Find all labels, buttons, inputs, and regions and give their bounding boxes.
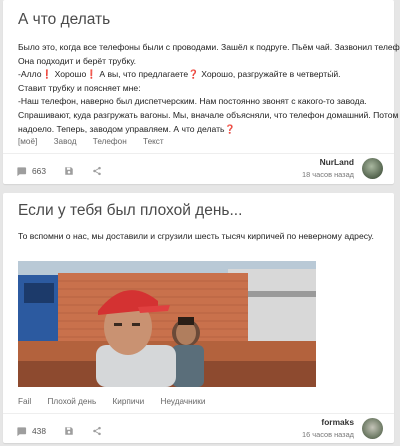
- comment-icon[interactable]: [14, 164, 28, 178]
- author-name[interactable]: NurLand: [302, 157, 354, 167]
- save-icon[interactable]: [62, 164, 76, 178]
- post-body-line: надоело. Теперь, заводом управляем. А чт…: [18, 123, 236, 134]
- post-title[interactable]: А что делать: [18, 11, 110, 29]
- post-body: Было это, когда все телефоны были с пров…: [18, 41, 400, 136]
- author-info: NurLand 18 часов назад: [302, 157, 354, 179]
- post-stats: 663: [14, 164, 104, 178]
- comment-icon[interactable]: [14, 424, 28, 438]
- post-body-line: Было это, когда все телефоны были с пров…: [18, 42, 400, 52]
- post-tags: Fail Плохой день Кирпичи Неудачники: [18, 397, 219, 406]
- post-card: А что делать Было это, когда все телефон…: [3, 0, 400, 184]
- avatar[interactable]: [362, 418, 383, 439]
- share-icon[interactable]: [90, 424, 104, 438]
- post-time: 18 часов назад: [301, 170, 354, 179]
- post-body-line: -Наш телефон, наверно был диспетчерским.…: [18, 96, 367, 107]
- tag-link[interactable]: [моё]: [18, 137, 37, 146]
- comments-count[interactable]: 438: [32, 426, 46, 436]
- post-image[interactable]: [18, 261, 316, 387]
- post-body-line: -Алло❗ Хорошо❗ А вы, что предлагаете❓ Хо…: [18, 69, 341, 80]
- author-name[interactable]: formaks: [302, 417, 354, 427]
- post-stats: 438: [14, 424, 104, 438]
- divider: [3, 153, 394, 154]
- post-body-line: То вспомни о нас, мы доставили и сгрузил…: [18, 231, 374, 241]
- tag-link[interactable]: Fail: [18, 397, 31, 406]
- tag-link[interactable]: Телефон: [93, 137, 127, 146]
- tag-link[interactable]: Неудачники: [161, 397, 206, 406]
- comments-count[interactable]: 663: [32, 166, 46, 176]
- tag-link[interactable]: Завод: [54, 137, 77, 146]
- post-body-line: Она подходит и берёт трубку.: [18, 55, 137, 66]
- tag-link[interactable]: Кирпичи: [113, 397, 145, 406]
- post-time: 16 часов назад: [301, 430, 354, 439]
- post-title[interactable]: Если у тебя был плохой день...: [18, 202, 242, 220]
- avatar[interactable]: [362, 158, 383, 179]
- post-body-line: Ставит трубку и поясняет мне:: [18, 82, 141, 93]
- tag-link[interactable]: Плохой день: [47, 397, 96, 406]
- author-info: formaks 16 часов назад: [302, 417, 354, 439]
- share-icon[interactable]: [90, 164, 104, 178]
- tag-link[interactable]: Текст: [143, 137, 164, 146]
- post-tags: [моё] Завод Телефон Текст: [18, 137, 178, 146]
- post-body: То вспомни о нас, мы доставили и сгрузил…: [18, 230, 382, 244]
- divider: [3, 413, 394, 414]
- post-card: Если у тебя был плохой день... То вспомн…: [3, 193, 394, 443]
- post-body-line: Спрашивают, куда разгружать вагоны. Мы, …: [18, 109, 399, 120]
- save-icon[interactable]: [62, 424, 76, 438]
